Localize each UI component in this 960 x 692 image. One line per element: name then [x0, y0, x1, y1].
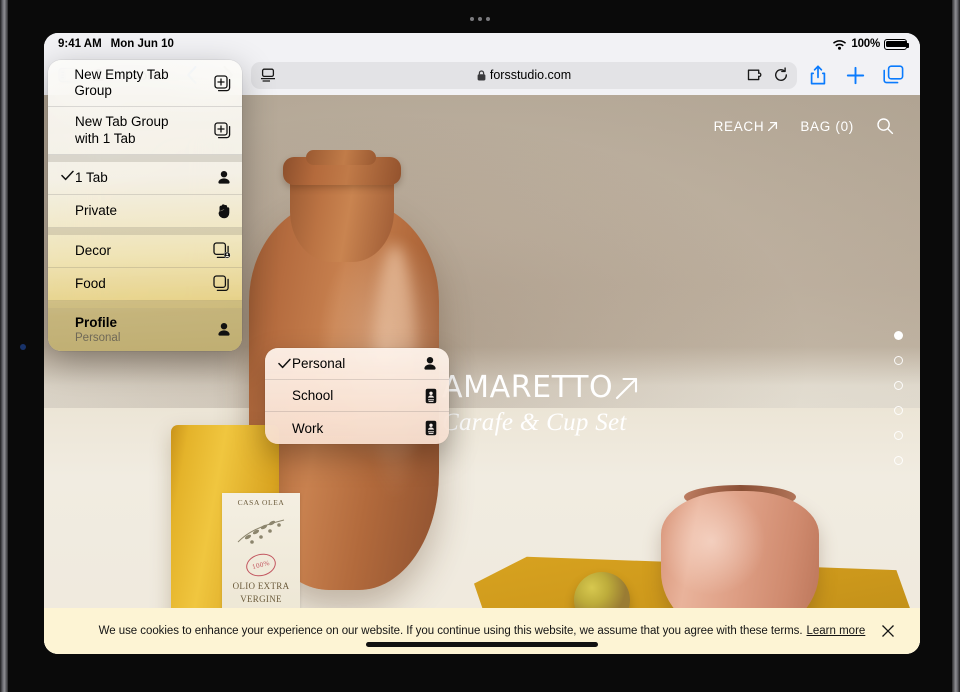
submenu-item-school[interactable]: School — [265, 380, 449, 412]
battery-full-icon — [884, 38, 910, 50]
ipad-device-frame: 9:41 AM Mon Jun 10 100% forsstudio.com C… — [0, 0, 960, 692]
checkmark-icon — [278, 358, 292, 369]
hero-title: AMARETTO — [442, 370, 614, 405]
device-indicator-dot — [20, 344, 26, 350]
share-icon[interactable] — [805, 62, 830, 88]
submenu-item-label: School — [292, 388, 334, 403]
bottle-line-2: VERGINE — [240, 593, 282, 604]
menu-item-label: 1 Tab — [75, 169, 108, 185]
hand-raised-privacy-icon — [211, 203, 231, 219]
tab-group-icon — [211, 275, 231, 292]
status-bar: 9:41 AM Mon Jun 10 100% — [44, 33, 920, 55]
wifi-icon — [832, 39, 847, 50]
submenu-item-personal[interactable]: Personal — [265, 348, 449, 380]
submenu-item-label: Personal — [292, 356, 346, 371]
device-bezel-left — [0, 0, 8, 692]
menu-item-label: Food — [75, 275, 106, 291]
menu-separator — [48, 227, 242, 235]
menu-item-sublabel: Personal — [75, 331, 121, 344]
menu-item-new-empty-tab-group[interactable]: New Empty Tab Group — [48, 60, 242, 108]
plus-icon[interactable] — [843, 62, 868, 88]
address-bar[interactable]: forsstudio.com — [251, 61, 797, 89]
menu-item-new-tab-group-with-1-tab[interactable]: New Tab Group with 1 Tab — [48, 107, 242, 155]
pagination-dot-2[interactable] — [894, 356, 903, 365]
menu-item-1-tab[interactable]: 1 Tab — [48, 162, 242, 195]
cookie-consent-banner: We use cookies to enhance your experienc… — [44, 608, 920, 654]
tab-group-shared-icon — [211, 242, 231, 259]
reload-icon[interactable] — [773, 67, 789, 83]
status-time: 9:41 AM — [58, 38, 102, 50]
menu-item-label: Private — [75, 202, 118, 218]
person-icon — [423, 356, 437, 371]
person-icon — [211, 170, 231, 185]
pagination-dot-6[interactable] — [894, 456, 903, 465]
pagination-dot-1[interactable] — [894, 331, 903, 340]
bottle-quality-stamp: 100% — [243, 550, 279, 580]
multitask-handle-icon[interactable] — [470, 17, 490, 21]
nav-item-bag[interactable]: BAG (0) — [800, 119, 854, 134]
battery-percent-label: 100% — [851, 38, 880, 50]
new-tab-group-icon — [212, 75, 231, 92]
pagination-dot-5[interactable] — [894, 431, 903, 440]
submenu-item-label: Work — [292, 420, 324, 436]
new-tab-group-with-tab-icon — [211, 122, 231, 139]
menu-separator — [48, 300, 242, 308]
nav-reach-label: REACH — [713, 118, 765, 134]
checkmark-icon — [61, 170, 75, 181]
status-date: Mon Jun 10 — [110, 38, 174, 50]
lock-icon — [477, 69, 486, 81]
menu-item-decor[interactable]: Decor — [48, 235, 242, 268]
cookie-banner-text: We use cookies to enhance your experienc… — [98, 625, 803, 637]
carousel-pagination[interactable] — [894, 331, 903, 465]
close-icon[interactable] — [878, 621, 898, 641]
menu-item-label: New Tab Group with 1 Tab — [75, 114, 169, 146]
tabs-icon[interactable] — [881, 62, 906, 88]
menu-item-food[interactable]: Food — [48, 268, 242, 301]
menu-item-label: New Empty Tab Group — [74, 67, 169, 99]
nav-item-reach[interactable]: REACH — [714, 119, 779, 134]
arrow-up-right-icon — [767, 121, 778, 132]
menu-item-label: Profile — [75, 314, 118, 330]
submenu-item-work[interactable]: Work — [265, 412, 449, 444]
arrow-up-right-icon — [614, 375, 640, 401]
olive-sprig-icon — [237, 519, 285, 544]
puzzle-extension-icon[interactable] — [747, 68, 764, 82]
person-icon — [211, 322, 231, 337]
menu-separator — [48, 154, 242, 162]
cookie-learn-more-link[interactable]: Learn more — [807, 625, 866, 637]
hero-subtitle: Carafe & Cup Set — [442, 409, 627, 436]
pagination-dot-4[interactable] — [894, 406, 903, 415]
hero-title-row[interactable]: AMARETTO — [442, 373, 640, 403]
url-text: forsstudio.com — [489, 68, 572, 82]
ipad-screen: 9:41 AM Mon Jun 10 100% forsstudio.com C… — [44, 33, 920, 654]
bottle-line-1: OLIO EXTRA — [232, 580, 290, 591]
id-card-icon — [425, 388, 437, 404]
home-indicator[interactable] — [366, 642, 598, 647]
tab-group-context-menu: New Empty Tab Group New Tab Group with 1… — [48, 60, 242, 351]
profile-submenu: Personal School Work — [265, 348, 449, 444]
menu-item-label: Decor — [75, 242, 112, 258]
id-card-icon — [425, 420, 437, 436]
pagination-dot-3[interactable] — [894, 381, 903, 390]
site-nav: REACH BAG (0) — [714, 117, 894, 135]
hero-text-block: AMARETTO Carafe & Cup Set — [442, 373, 640, 437]
search-icon[interactable] — [876, 117, 894, 135]
menu-item-profile[interactable]: Profile Personal — [48, 307, 242, 351]
menu-item-private[interactable]: Private — [48, 195, 242, 228]
bottle-brand-text: CASA OLEA — [237, 498, 285, 507]
device-bezel-right — [952, 0, 960, 692]
